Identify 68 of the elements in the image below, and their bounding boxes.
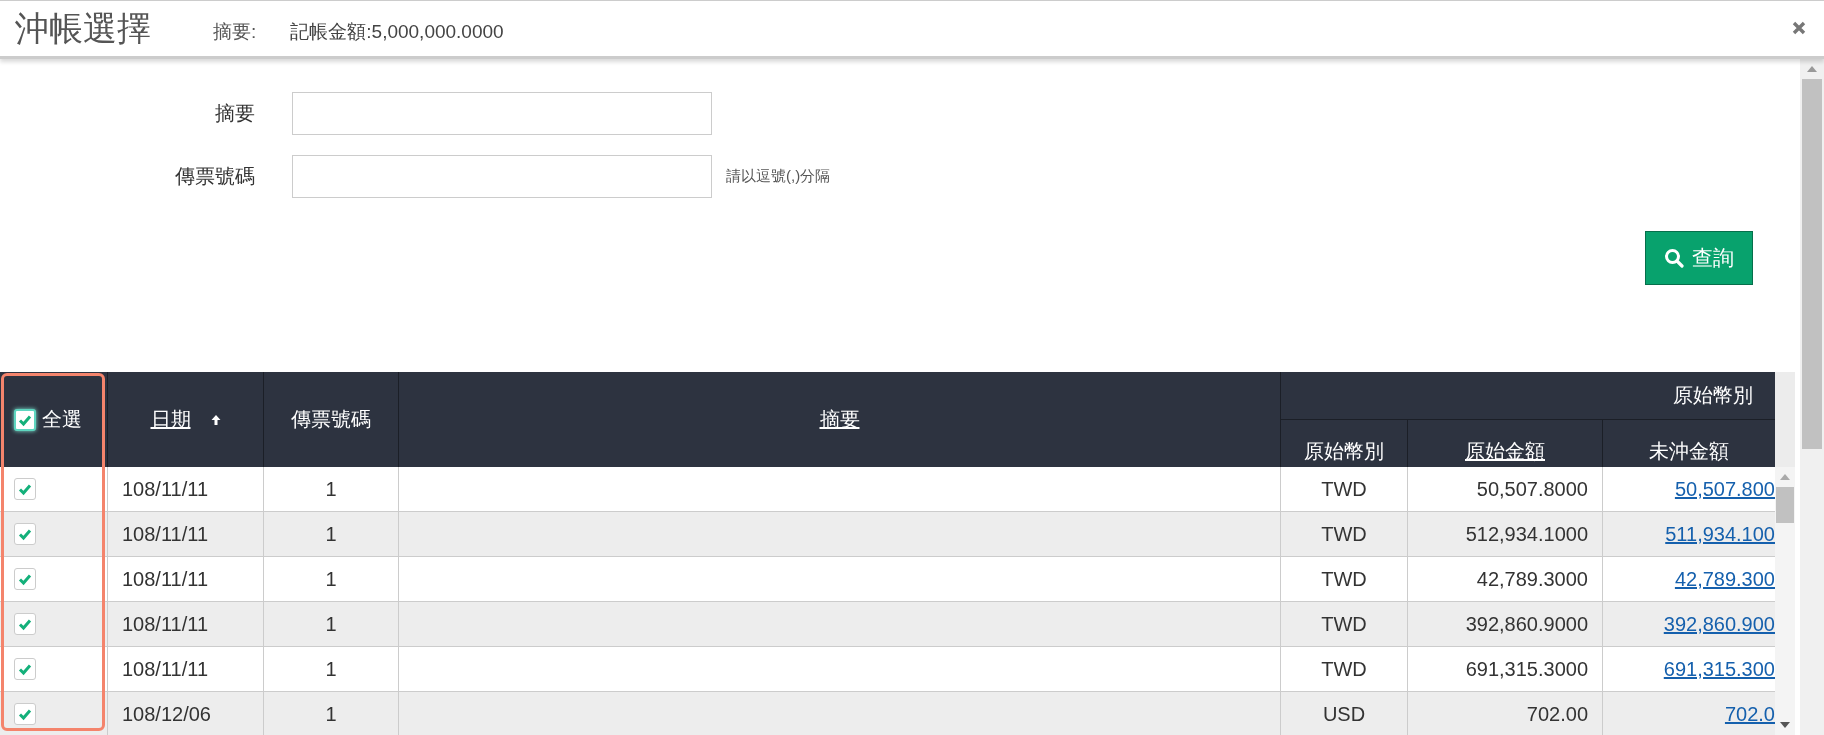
table-row[interactable]: 108/11/11 1 TWD 392,860.9000 392,860.900 (0, 602, 1775, 647)
dialog-title: 沖帳選擇 (15, 7, 151, 49)
table-cell: 42,789.3000 (1407, 557, 1602, 601)
amount-link[interactable]: 392,860.900 (1663, 612, 1775, 636)
amount-link[interactable]: 50,507.800 (1674, 477, 1775, 501)
close-icon[interactable] (1792, 20, 1806, 35)
column-header: 傳票號碼 (291, 407, 371, 432)
table-cell: 512,934.1000 (1407, 512, 1602, 556)
table-cell: 108/12/06 (107, 692, 263, 735)
scroll-up-icon[interactable] (1779, 473, 1791, 481)
row-checkbox[interactable] (14, 523, 36, 545)
row-checkbox[interactable] (14, 478, 36, 500)
table-row[interactable]: 108/11/11 1 TWD 42,789.3000 42,789.300 (0, 557, 1775, 602)
table-row[interactable]: 108/11/11 1 TWD 512,934.1000 511,934.100 (0, 512, 1775, 557)
amount-link[interactable]: 511,934.100 (1665, 522, 1775, 546)
column-sort-link[interactable]: 摘要 (819, 406, 860, 433)
table-cell: 108/11/11 (107, 647, 263, 691)
table-cell: 50,507.8000 (1407, 467, 1602, 511)
input-field[interactable] (292, 155, 712, 198)
input-field[interactable] (292, 92, 712, 135)
select-all-label: 全選 (42, 407, 82, 432)
amount-link[interactable]: 691,315.300 (1663, 657, 1775, 681)
table-cell: 108/11/11 (107, 467, 263, 511)
page-scrollbar[interactable] (1800, 59, 1824, 735)
table-cell: 108/11/11 (107, 557, 263, 601)
row-checkbox[interactable] (14, 568, 36, 590)
table-cell: TWD (1280, 512, 1407, 556)
summary-label: 摘要: (213, 19, 257, 44)
row-checkbox[interactable] (14, 703, 36, 725)
table-row[interactable]: 108/11/11 1 TWD 50,507.8000 50,507.800 (0, 467, 1775, 512)
table-cell: 392,860.9000 (1407, 602, 1602, 646)
amount-link[interactable]: 702.0 (1724, 702, 1775, 726)
table-row[interactable]: 108/11/11 1 TWD 691,315.3000 691,315.300 (0, 647, 1775, 692)
amount-label: 記帳金額:5,000,000.0000 (290, 19, 504, 44)
table-scrollbar[interactable] (1775, 372, 1795, 735)
column-header: 原始幣別 (1304, 439, 1384, 464)
amount-link[interactable]: 42,789.300 (1674, 567, 1775, 591)
table-cell: 108/11/11 (107, 512, 263, 556)
table-cell: TWD (1280, 467, 1407, 511)
table-cell: 1 (263, 467, 398, 511)
search-icon (1664, 248, 1684, 268)
column-header: 未沖金額 (1649, 439, 1729, 464)
row-checkbox[interactable] (14, 613, 36, 635)
column-sort-link[interactable]: 日期 (150, 406, 191, 433)
table-cell: 1 (263, 692, 398, 735)
table-cell: 108/11/11 (107, 602, 263, 646)
field-label: 傳票號碼 (174, 164, 255, 189)
table-cell: 702.00 (1407, 692, 1602, 735)
scroll-up-icon[interactable] (1806, 65, 1818, 73)
table-cell: TWD (1280, 602, 1407, 646)
table-cell: USD (1280, 692, 1407, 735)
table-row[interactable]: 108/12/06 1 USD 702.00 702.0 (0, 692, 1775, 735)
field-hint: 請以逗號(,)分隔 (726, 167, 831, 186)
table-cell: 1 (263, 512, 398, 556)
scroll-down-icon[interactable] (1779, 721, 1791, 729)
table-cell: TWD (1280, 557, 1407, 601)
row-checkbox[interactable] (14, 658, 36, 680)
scroll-thumb[interactable] (1776, 487, 1794, 523)
table-cell: 1 (263, 647, 398, 691)
field-label: 摘要 (214, 101, 255, 126)
scroll-thumb[interactable] (1802, 79, 1822, 449)
table-cell: 1 (263, 602, 398, 646)
table-cell: 691,315.3000 (1407, 647, 1602, 691)
select-all-checkbox[interactable] (14, 408, 36, 431)
column-sort-link[interactable]: 原始金額 (1465, 438, 1545, 465)
column-group-header: 原始幣別 (1673, 383, 1753, 408)
table-cell: 1 (263, 557, 398, 601)
table-cell: TWD (1280, 647, 1407, 691)
